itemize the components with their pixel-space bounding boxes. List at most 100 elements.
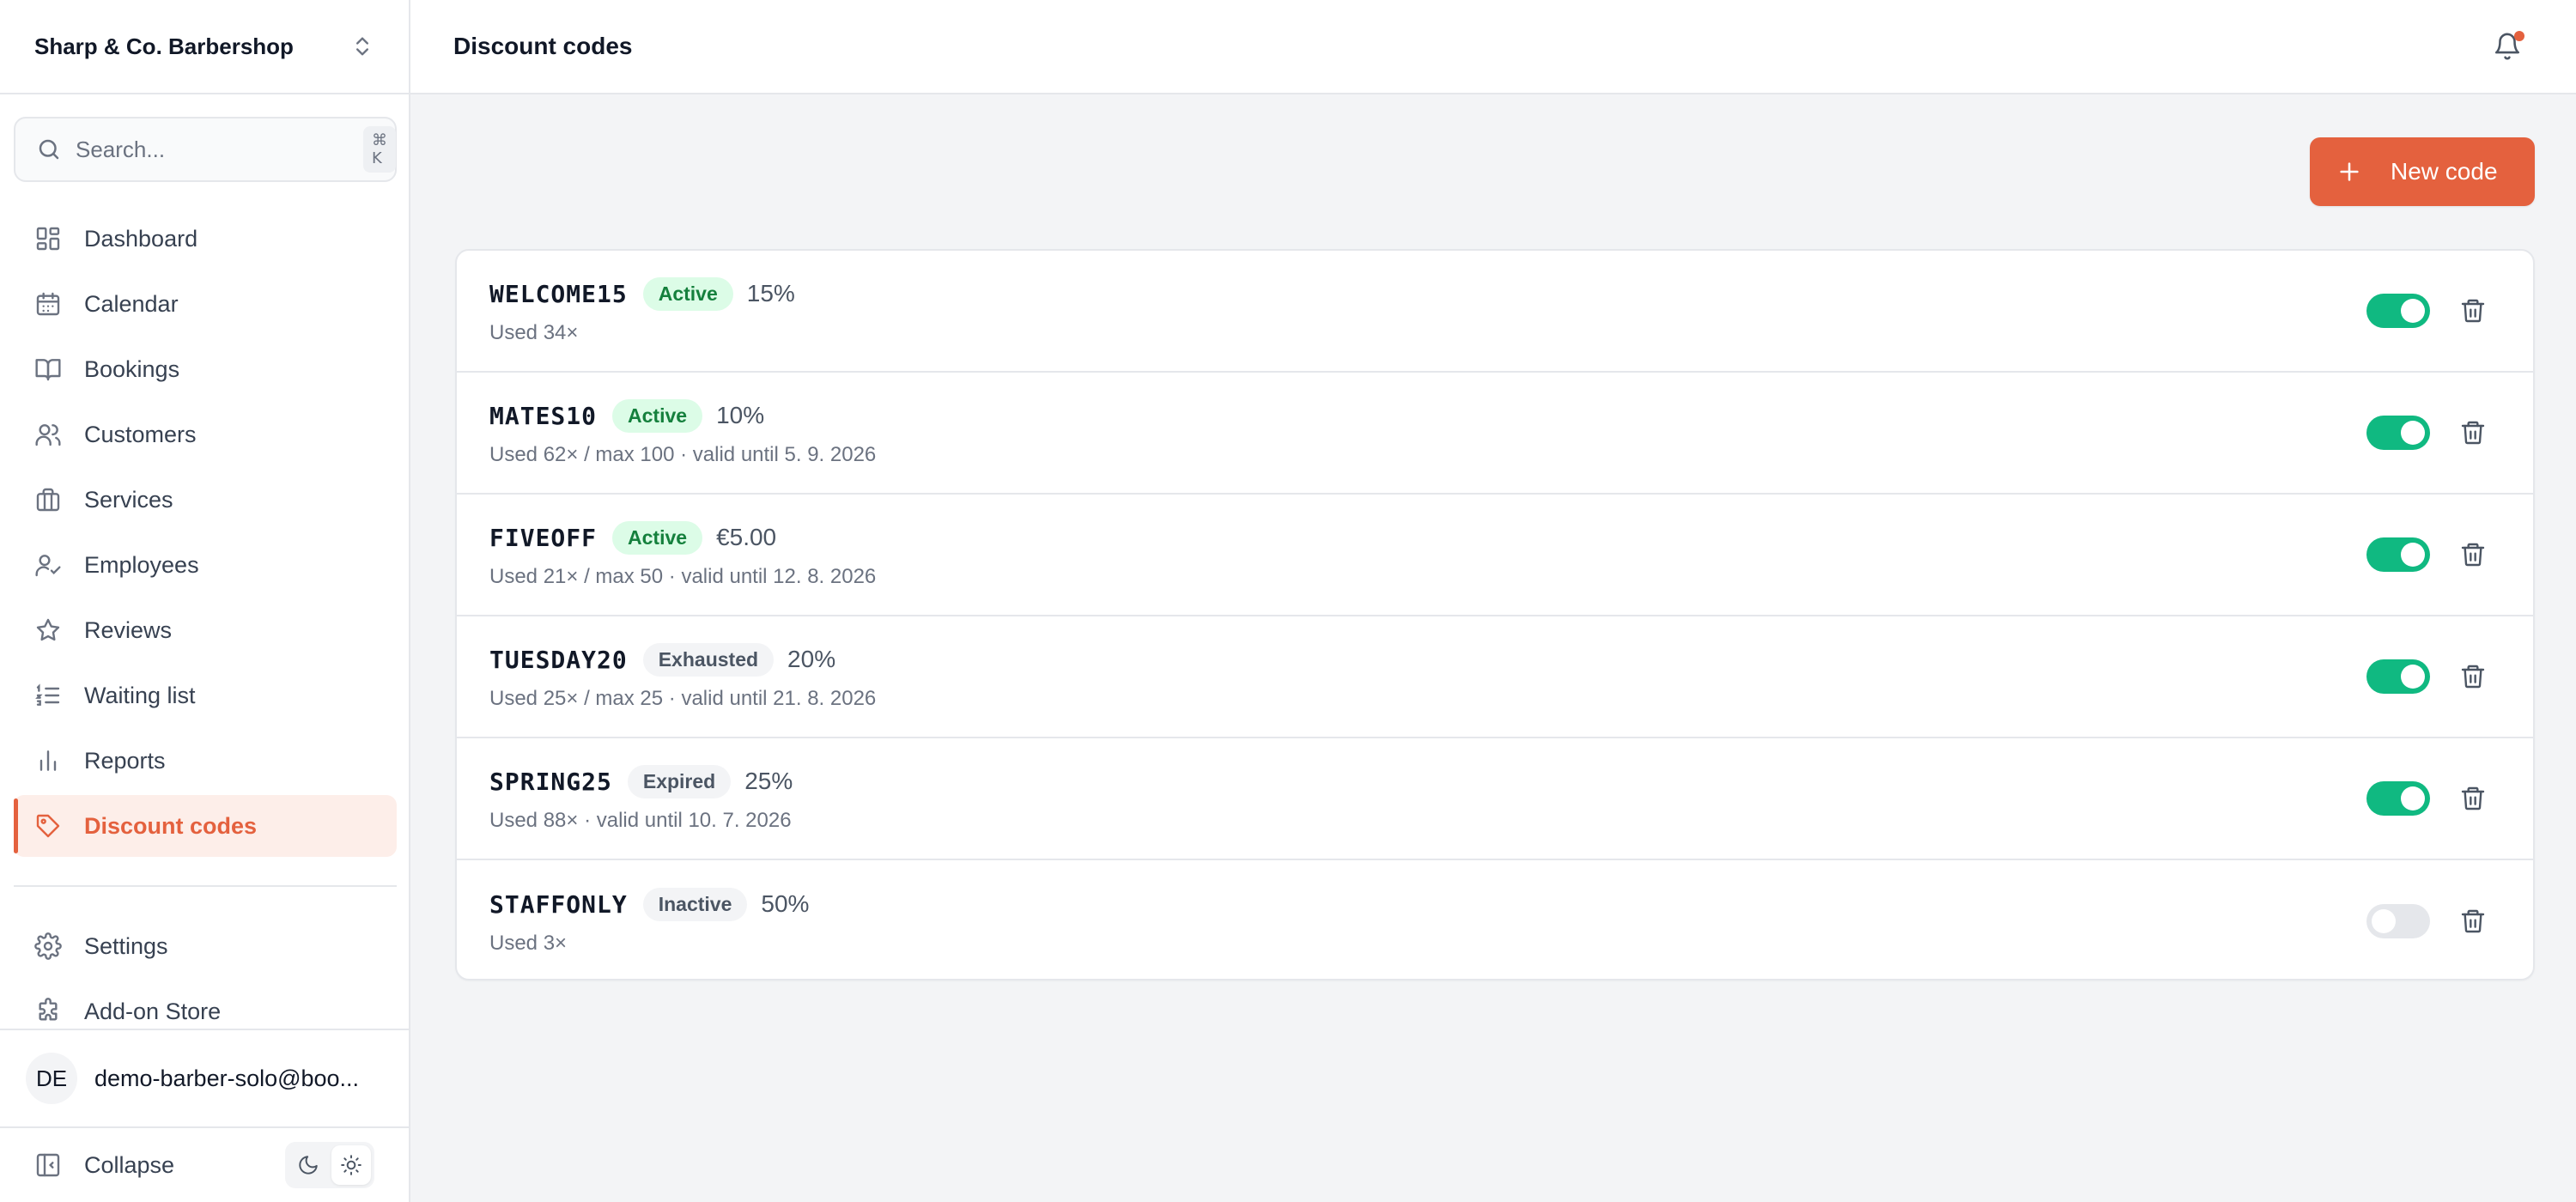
user-menu[interactable]: DE demo-barber-solo@boo... [0, 1029, 409, 1126]
trash-icon[interactable] [2459, 297, 2487, 325]
discount-code: SPRING25 [489, 767, 612, 796]
dark-mode-button[interactable] [289, 1145, 328, 1185]
status-badge: Inactive [642, 887, 748, 921]
usage-info: Used 34× [489, 320, 579, 344]
usage-info: Used 25× / max 25 · valid until 21. 8. 2… [489, 686, 877, 710]
enabled-toggle[interactable] [2366, 416, 2430, 450]
star-icon [34, 616, 62, 644]
list-item: FIVEOFF Active €5.00 Used 21× / max 50 ·… [457, 495, 2533, 616]
search-box[interactable]: ⌘ K [14, 117, 397, 182]
org-switcher[interactable]: Sharp & Co. Barbershop [0, 0, 409, 94]
main-nav: Dashboard Calendar Bookings Customers Se… [14, 208, 397, 860]
org-name: Sharp & Co. Barbershop [34, 33, 294, 59]
book-icon [34, 355, 62, 383]
briefcase-icon [34, 486, 62, 513]
discount-code: FIVEOFF [489, 523, 598, 552]
sidebar-footer: Collapse [0, 1126, 409, 1202]
enabled-toggle[interactable] [2366, 781, 2430, 816]
search-input[interactable] [76, 136, 363, 163]
user-check-icon [34, 551, 62, 579]
enabled-toggle[interactable] [2366, 537, 2430, 572]
sidebar-item-label: Services [84, 486, 173, 513]
search-shortcut: ⌘ K [363, 126, 396, 173]
discount-code: STAFFONLY [489, 889, 628, 919]
sidebar-item-label: Bookings [84, 355, 180, 382]
sidebar-item-label: Discount codes [84, 812, 258, 839]
discount-amount: 20% [787, 646, 836, 672]
discount-amount: 50% [761, 890, 810, 917]
sidebar-item-settings[interactable]: Settings [14, 915, 397, 977]
tag-icon [34, 812, 62, 840]
enabled-toggle[interactable] [2366, 659, 2430, 694]
sidebar-item-calendar[interactable]: Calendar [14, 273, 397, 335]
sidebar-item-label: Calendar [84, 290, 179, 317]
sidebar-item-services[interactable]: Services [14, 469, 397, 531]
new-code-button[interactable]: New code [2310, 137, 2535, 206]
sidebar-item-label: Customers [84, 421, 197, 447]
sidebar-item-reports[interactable]: Reports [14, 730, 397, 792]
usage-info: Used 62× / max 100 · valid until 5. 9. 2… [489, 442, 877, 466]
sidebar-item-customers[interactable]: Customers [14, 404, 397, 465]
theme-toggle [285, 1142, 374, 1188]
trash-icon[interactable] [2459, 541, 2487, 568]
sidebar-item-label: Reviews [84, 616, 173, 643]
gear-icon [34, 932, 62, 960]
new-code-label: New code [2391, 158, 2498, 185]
sidebar-item-label: Reports [84, 747, 166, 774]
list-item: TUESDAY20 Exhausted 20% Used 25× / max 2… [457, 616, 2533, 738]
status-badge: Active [642, 276, 733, 311]
sidebar: Sharp & Co. Barbershop ⌘ K Dashboard Cal… [0, 0, 410, 1202]
top-header: Discount codes [410, 0, 2576, 94]
sidebar-collapse-icon [34, 1151, 62, 1179]
discount-amount: 10% [716, 402, 765, 428]
dashboard-icon [34, 225, 62, 252]
light-mode-button[interactable] [331, 1145, 371, 1185]
trash-icon[interactable] [2459, 908, 2487, 935]
list-icon [34, 682, 62, 709]
page-title: Discount codes [453, 33, 633, 59]
sidebar-item-waiting-list[interactable]: Waiting list [14, 665, 397, 726]
discount-code: TUESDAY20 [489, 645, 628, 674]
discount-code: WELCOME15 [489, 279, 628, 308]
sidebar-item-label: Add-on Store [84, 998, 222, 1024]
sidebar-item-employees[interactable]: Employees [14, 534, 397, 596]
sidebar-item-bookings[interactable]: Bookings [14, 338, 397, 400]
nav-divider [14, 885, 397, 887]
list-item: MATES10 Active 10% Used 62× / max 100 · … [457, 373, 2533, 495]
sidebar-item-label: Waiting list [84, 682, 196, 708]
sidebar-item-discount-codes[interactable]: Discount codes [14, 795, 397, 857]
enabled-toggle[interactable] [2366, 294, 2430, 328]
status-badge: Expired [627, 764, 732, 798]
sidebar-item-reviews[interactable]: Reviews [14, 599, 397, 661]
moon-icon [297, 1154, 319, 1176]
usage-info: Used 21× / max 50 · valid until 12. 8. 2… [489, 564, 877, 588]
sun-icon [340, 1154, 362, 1176]
discount-amount: €5.00 [716, 524, 777, 550]
status-badge: Exhausted [642, 642, 775, 677]
users-icon [34, 421, 62, 448]
sidebar-item-dashboard[interactable]: Dashboard [14, 208, 397, 270]
sidebar-item-label: Employees [84, 551, 199, 578]
calendar-icon [34, 290, 62, 318]
discount-code-list: WELCOME15 Active 15% Used 34× MATES10 Ac… [455, 249, 2535, 980]
secondary-nav: Settings Add-on Store [14, 915, 397, 1046]
plus-icon [2337, 160, 2361, 184]
notification-dot [2514, 31, 2524, 41]
discount-amount: 25% [744, 768, 793, 794]
trash-icon[interactable] [2459, 663, 2487, 690]
bar-chart-icon [34, 747, 62, 774]
trash-icon[interactable] [2459, 419, 2487, 446]
enabled-toggle[interactable] [2366, 904, 2430, 938]
discount-code: MATES10 [489, 401, 598, 430]
usage-info: Used 3× [489, 931, 568, 955]
notifications-button[interactable] [2490, 29, 2524, 64]
status-badge: Active [612, 398, 703, 433]
list-item: SPRING25 Expired 25% Used 88× · valid un… [457, 738, 2533, 860]
user-email: demo-barber-solo@boo... [94, 1065, 360, 1091]
puzzle-icon [34, 998, 62, 1025]
trash-icon[interactable] [2459, 785, 2487, 812]
sidebar-item-label: Dashboard [84, 225, 198, 252]
sidebar-item-label: Settings [84, 932, 168, 959]
avatar: DE [26, 1053, 77, 1104]
collapse-button[interactable]: Collapse [84, 1152, 285, 1179]
